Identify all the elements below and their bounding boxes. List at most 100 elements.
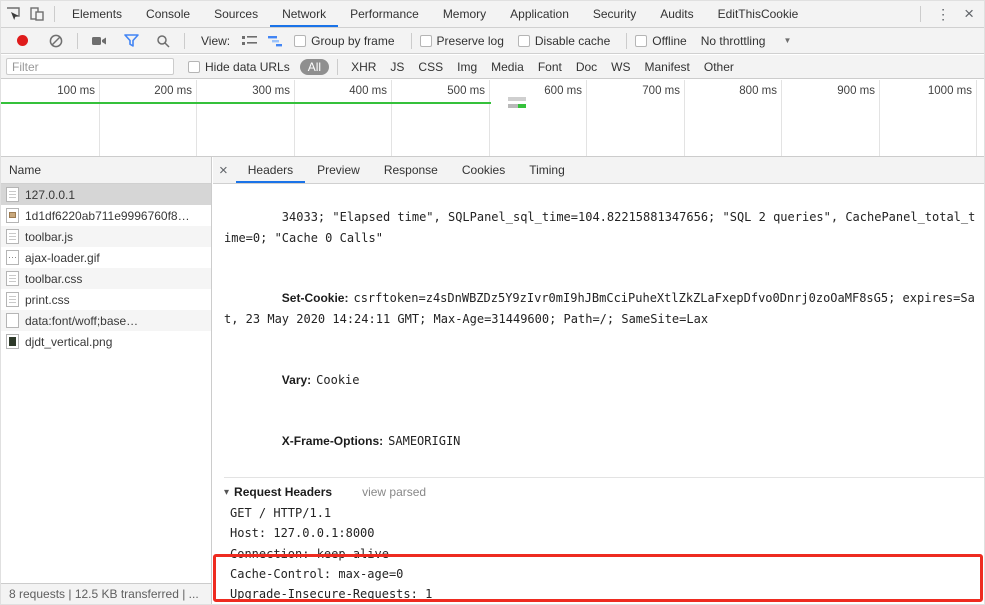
image-icon [6,250,19,265]
record-network-log-button[interactable] [9,30,35,52]
tab-cookies[interactable]: Cookies [450,157,517,183]
device-toolbar-icon [29,6,45,22]
request-row[interactable]: ajax-loader.gif [1,247,211,268]
tab-response[interactable]: Response [372,157,450,183]
checkbox-icon [188,60,200,73]
header-value: 34033; "Elapsed time", SQLPanel_sql_time… [224,210,976,245]
request-name: 1d1df6220ab711e9996760f8… [25,208,190,223]
chevron-down-icon: ▼ [783,36,792,45]
filter-type-media[interactable]: Media [484,59,531,75]
filter-type-xhr[interactable]: XHR [344,59,383,75]
hide-data-urls-label: Hide data URLs [205,59,290,74]
view-parsed-link[interactable]: view parsed [362,482,426,503]
record-icon [16,35,28,46]
close-details-icon[interactable]: × [213,162,236,179]
request-name: toolbar.js [25,229,74,244]
offline-label: Offline [652,33,687,48]
group-by-frame-checkbox[interactable]: Group by frame [294,34,395,48]
timeline-tick: 700 ms [642,85,680,97]
tab-security[interactable]: Security [581,1,648,27]
inspect-element-button[interactable] [1,2,25,26]
use-large-request-rows-button[interactable] [236,30,262,52]
request-headers-section: ▾ Request Headers view parsed GET / HTTP… [224,477,984,604]
filter-input[interactable] [6,58,174,75]
camera-icon [91,35,107,47]
request-row[interactable]: print.css [1,289,211,310]
filter-type-doc[interactable]: Doc [569,59,604,75]
timeline-tick: 1000 ms [927,85,972,97]
timeline-gridline [391,80,392,156]
tab-editthiscookie[interactable]: EditThisCookie [706,1,811,27]
header-value: SAMEORIGIN [388,433,461,448]
filter-type-css[interactable]: CSS [411,59,450,75]
tab-network[interactable]: Network [270,1,339,27]
details-tabbar: × Headers Preview Response Cookies Timin… [213,157,984,184]
request-row[interactable]: data:font/woff;base… [1,310,211,331]
inspect-cursor-icon [5,6,21,22]
timeline-tick: 800 ms [739,85,777,97]
tab-elements[interactable]: Elements [60,1,134,27]
divider [54,6,55,22]
timeline-gridline [586,80,587,156]
divider [410,32,412,49]
headers-content[interactable]: 34033; "Elapsed time", SQLPanel_sql_time… [213,184,984,604]
tab-memory[interactable]: Memory [431,1,498,27]
divider [920,6,922,22]
device-toolbar-button[interactable] [25,2,49,26]
checkbox-icon [517,34,530,47]
close-devtools-icon[interactable]: × [960,4,984,24]
preserve-log-checkbox[interactable]: Preserve log [419,34,504,48]
request-row[interactable]: toolbar.css [1,268,211,289]
clear-network-log-button[interactable] [43,30,69,52]
request-row[interactable]: djdt_vertical.png [1,331,211,352]
filter-button[interactable] [118,30,144,52]
request-header-line: Connection: keep-alive [230,546,389,561]
request-name: print.css [25,292,70,307]
request-headers-title[interactable]: Request Headers [234,482,332,503]
tab-application[interactable]: Application [498,1,581,27]
checkbox-icon [635,34,648,47]
tab-preview[interactable]: Preview [305,157,372,183]
filter-type-img[interactable]: Img [450,59,484,75]
filter-type-other[interactable]: Other [697,59,741,75]
capture-screenshots-button[interactable] [86,30,112,52]
filter-type-font[interactable]: Font [531,59,569,75]
filter-type-js[interactable]: JS [383,59,411,75]
filter-type-ws[interactable]: WS [604,59,637,75]
request-row[interactable]: 127.0.0.1 [1,184,211,205]
offline-checkbox[interactable]: Offline [635,33,687,48]
request-name: ajax-loader.gif [25,250,100,265]
timeline-tick: 900 ms [837,85,875,97]
dom-content-loaded-line [1,102,491,104]
overview-request-bar [508,97,526,101]
hide-data-urls-checkbox[interactable]: Hide data URLs [188,60,290,74]
tab-performance[interactable]: Performance [338,1,431,27]
tab-sources[interactable]: Sources [202,1,270,27]
response-header-line: 34033; "Elapsed time", SQLPanel_sql_time… [224,187,982,268]
disclosure-triangle-icon[interactable]: ▾ [224,482,229,503]
tab-console[interactable]: Console [134,1,202,27]
timeline-tick: 400 ms [349,85,387,97]
throttling-dropdown[interactable]: No throttling ▼ [701,34,792,48]
request-name: data:font/woff;base… [25,313,139,328]
overview-request-bar [508,104,526,108]
stylesheet-icon [6,271,19,286]
disable-cache-checkbox[interactable]: Disable cache [517,34,610,48]
view-label: View: [201,33,231,48]
filter-type-all[interactable]: All [299,58,330,75]
more-options-kebab-icon[interactable]: ⋮ [926,6,960,23]
filter-type-manifest[interactable]: Manifest [638,59,697,75]
tab-audits[interactable]: Audits [648,1,705,27]
network-toolbar: View: Group by frame Preserve log Disabl… [1,28,984,54]
tab-headers[interactable]: Headers [235,157,306,183]
name-column-header[interactable]: Name [1,157,211,184]
request-row[interactable]: toolbar.js [1,226,211,247]
image-icon [6,208,19,223]
request-row[interactable]: 1d1df6220ab711e9996760f8… [1,205,211,226]
search-button[interactable] [150,30,176,52]
tab-timing[interactable]: Timing [517,157,577,183]
request-header-line: Upgrade-Insecure-Requests: 1 [230,587,433,602]
show-overview-button[interactable] [262,30,288,52]
network-overview[interactable]: 100 ms 200 ms 300 ms 400 ms 500 ms 600 m… [1,80,984,157]
timeline-gridline [976,80,977,156]
